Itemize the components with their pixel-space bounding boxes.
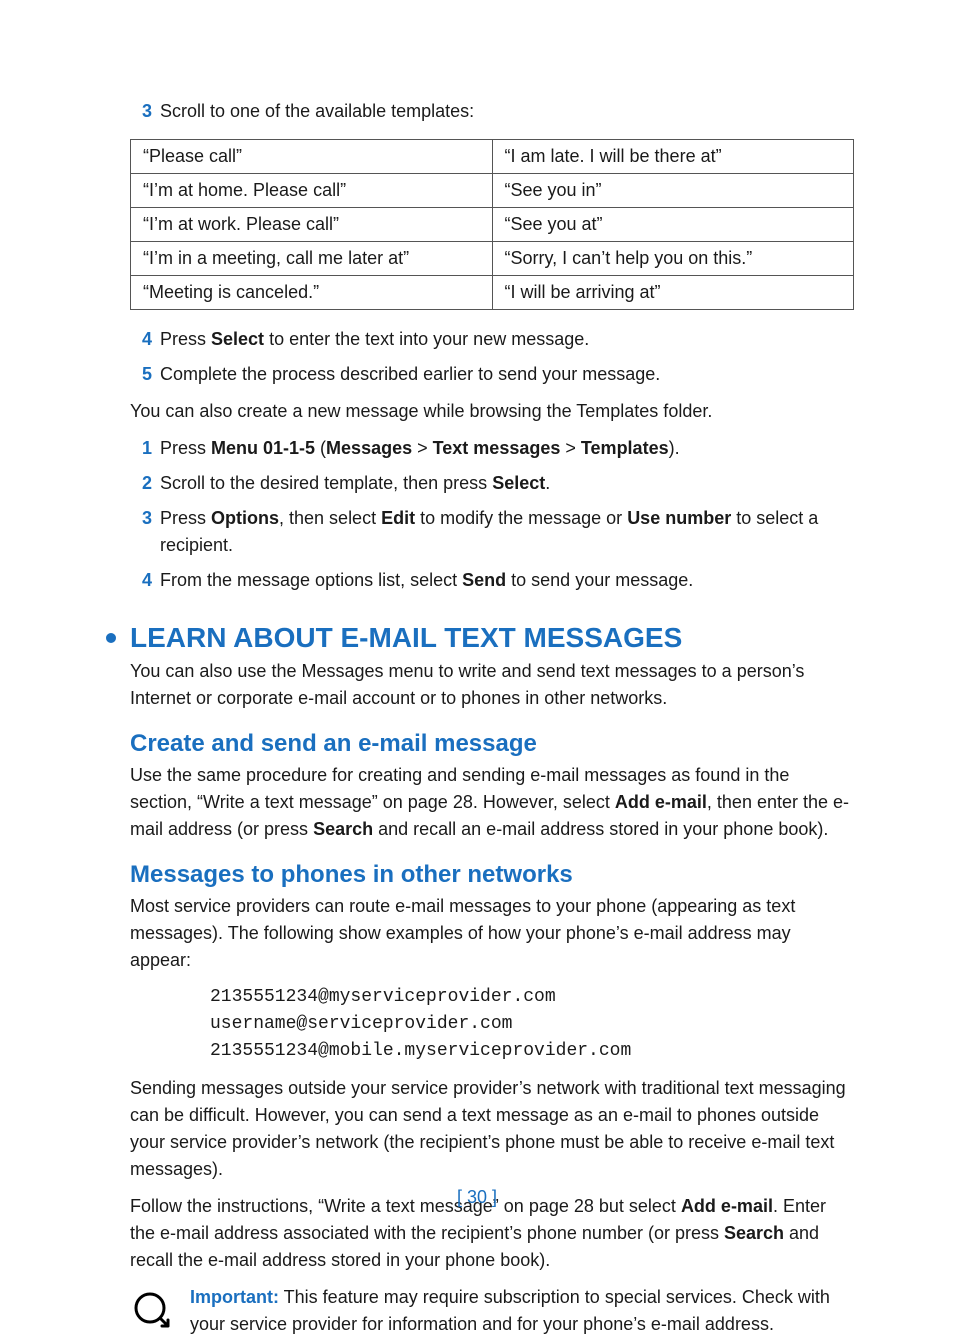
numbered-step: 4 From the message options list, select S… xyxy=(130,567,854,594)
numbered-step: 3 Press Options, then select Edit to modi… xyxy=(130,505,854,559)
table-row: “Please call”“I am late. I will be there… xyxy=(131,140,854,174)
paragraph: Sending messages outside your service pr… xyxy=(130,1075,854,1183)
step-number: 3 xyxy=(130,98,152,125)
important-icon xyxy=(130,1288,170,1333)
important-label: Important: xyxy=(190,1287,279,1307)
table-row: “Meeting is canceled.”“I will be arrivin… xyxy=(131,276,854,310)
numbered-step: 5 Complete the process described earlier … xyxy=(130,361,854,388)
table-row: “I’m at home. Please call”“See you in” xyxy=(131,174,854,208)
step-number: 2 xyxy=(130,470,152,497)
step-number: 3 xyxy=(130,505,152,532)
important-note: Important: This feature may require subs… xyxy=(130,1284,854,1338)
table-cell: “See you in” xyxy=(492,174,854,208)
table-row: “I’m at work. Please call”“See you at” xyxy=(131,208,854,242)
paragraph: You can also use the Messages menu to wr… xyxy=(130,658,854,712)
table-cell: “I am late. I will be there at” xyxy=(492,140,854,174)
heading-create-send-email: Create and send an e-mail message xyxy=(130,730,854,758)
step-text: Scroll to the desired template, then pre… xyxy=(160,470,854,497)
table-cell: “Please call” xyxy=(131,140,493,174)
step-text: Press Options, then select Edit to modif… xyxy=(160,505,854,559)
table-cell: “Sorry, I can’t help you on this.” xyxy=(492,242,854,276)
step-text: Complete the process described earlier t… xyxy=(160,361,854,388)
heading-messages-other-networks: Messages to phones in other networks xyxy=(130,861,854,889)
step-number: 4 xyxy=(130,326,152,353)
table-cell: “I’m at work. Please call” xyxy=(131,208,493,242)
heading-learn-about-email: LEARN ABOUT E-MAIL TEXT MESSAGES xyxy=(130,622,854,654)
email-examples: 2135551234@myserviceprovider.com usernam… xyxy=(210,984,854,1065)
paragraph: Use the same procedure for creating and … xyxy=(130,762,854,843)
table-cell: “I’m in a meeting, call me later at” xyxy=(131,242,493,276)
table-cell: “Meeting is canceled.” xyxy=(131,276,493,310)
paragraph: Most service providers can route e-mail … xyxy=(130,893,854,974)
step-text: From the message options list, select Se… xyxy=(160,567,854,594)
step-number: 4 xyxy=(130,567,152,594)
numbered-step: 4 Press Select to enter the text into you… xyxy=(130,326,854,353)
important-text: Important: This feature may require subs… xyxy=(190,1284,854,1338)
numbered-step: 3 Scroll to one of the available template… xyxy=(130,98,854,125)
paragraph: You can also create a new message while … xyxy=(130,398,854,425)
step-text: Press Menu 01-1-5 (Messages > Text messa… xyxy=(160,435,854,462)
important-body: This feature may require subscription to… xyxy=(190,1287,830,1334)
step-number: 1 xyxy=(130,435,152,462)
table-cell: “I will be arriving at” xyxy=(492,276,854,310)
numbered-step: 2 Scroll to the desired template, then pr… xyxy=(130,470,854,497)
bullet-icon xyxy=(106,633,116,643)
step-text: Scroll to one of the available templates… xyxy=(160,98,854,125)
page-number: [ 30 ] xyxy=(0,1187,954,1208)
step-text: Press Select to enter the text into your… xyxy=(160,326,854,353)
page: 3 Scroll to one of the available template… xyxy=(0,0,954,1248)
step-number: 5 xyxy=(130,361,152,388)
table-row: “I’m in a meeting, call me later at”“Sor… xyxy=(131,242,854,276)
table-cell: “See you at” xyxy=(492,208,854,242)
numbered-step: 1 Press Menu 01-1-5 (Messages > Text mess… xyxy=(130,435,854,462)
templates-table: “Please call”“I am late. I will be there… xyxy=(130,139,854,310)
table-cell: “I’m at home. Please call” xyxy=(131,174,493,208)
heading-text: LEARN ABOUT E-MAIL TEXT MESSAGES xyxy=(130,622,682,654)
